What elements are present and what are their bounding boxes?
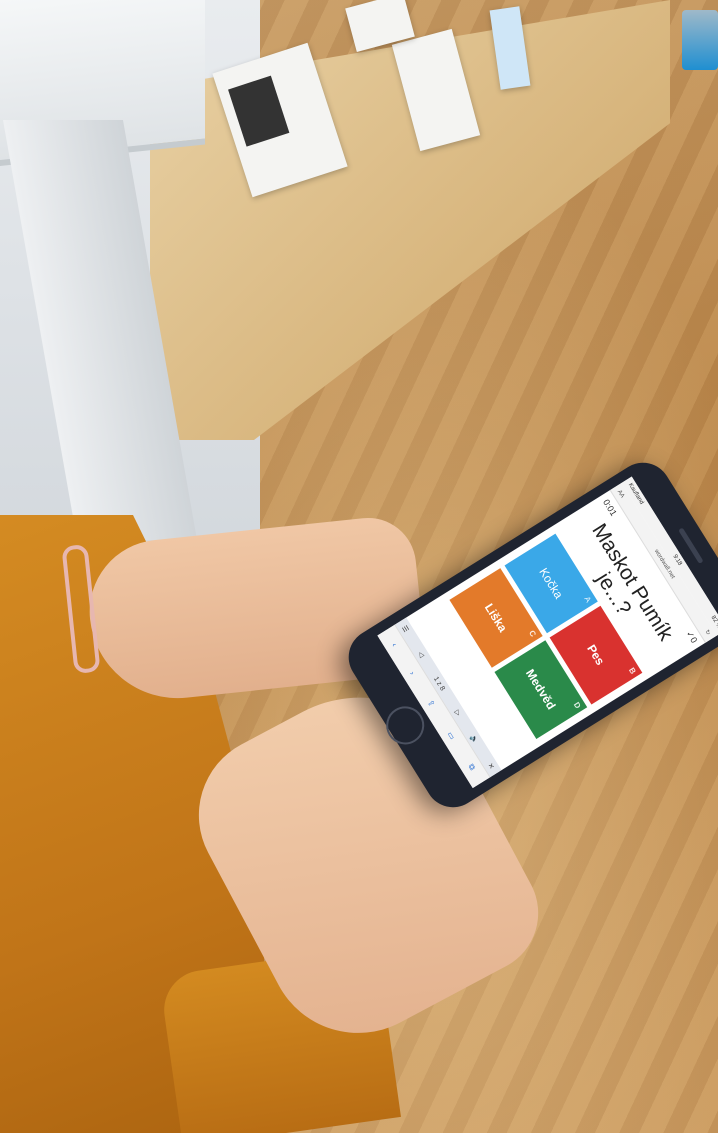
score-value: 0 [688, 635, 700, 645]
back-icon[interactable]: ‹ [390, 641, 399, 648]
poster-image [228, 75, 290, 147]
bookmarks-icon[interactable]: ▭ [446, 730, 458, 741]
option-label: Pes [584, 642, 608, 668]
option-letter: C [527, 628, 538, 639]
tabs-icon[interactable]: ⧉ [466, 762, 478, 772]
next-icon[interactable]: ▷ [453, 709, 463, 717]
option-label: Medvěd [522, 666, 559, 713]
option-label: Liška [481, 600, 510, 635]
photo-scene: Kaufland 9:18 82 % AA wordwall.net ↻ 0:0… [0, 0, 718, 1133]
blue-bucket [682, 10, 718, 70]
option-letter: D [571, 700, 583, 711]
score-display: ✓0 [684, 628, 700, 645]
forward-icon[interactable]: › [408, 669, 417, 676]
prev-icon[interactable]: ◁ [416, 650, 426, 659]
menu-icon[interactable]: ☰ [400, 624, 410, 634]
close-icon[interactable]: ✕ [486, 762, 496, 771]
timer-label: 0:01 [601, 497, 620, 518]
option-letter: B [626, 666, 638, 676]
option-letter: A [582, 594, 593, 605]
share-icon[interactable]: ⇪ [426, 698, 437, 708]
option-label: Kočka [536, 565, 566, 602]
